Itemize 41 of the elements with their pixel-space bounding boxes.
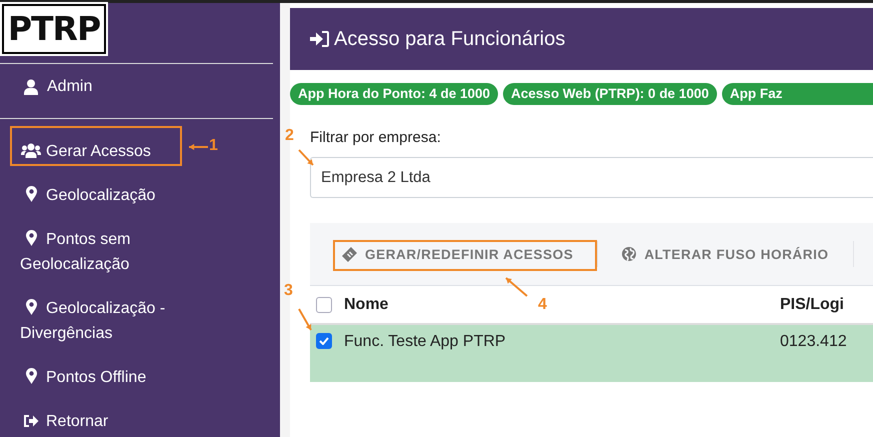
page-title: Acesso para Funcionários: [334, 28, 566, 50]
pin-icon: [26, 299, 36, 315]
exit-icon: [24, 415, 38, 427]
pointer-arrow: [505, 277, 528, 297]
count-badge: App Faz: [722, 83, 873, 105]
ticket-icon: [342, 246, 357, 262]
user-menu[interactable]: Admin: [0, 64, 92, 109]
pointer-arrow: [298, 149, 314, 166]
pin-icon: [26, 186, 36, 202]
sidebar-item[interactable]: Geolocalização - Divergências: [0, 296, 210, 346]
step-number: 2: [285, 127, 294, 145]
column-header: Nome: [344, 296, 388, 314]
step-number: 4: [538, 296, 547, 314]
column-header: PIS/Logi: [780, 296, 844, 314]
sidebar-item[interactable]: Gerar Acessos: [0, 139, 161, 164]
sidebar-item[interactable]: Geolocalização: [0, 183, 166, 208]
pointer-arrow: [189, 144, 208, 150]
pin-icon: [26, 368, 36, 384]
toolbar-button[interactable]: GERAR/REDEFINIR ACESSOS: [332, 242, 584, 266]
count-badge: Acesso Web (PTRP): 0 de 1000: [503, 83, 717, 105]
pin-icon: [26, 230, 36, 246]
user-icon: [24, 79, 38, 94]
step-number: 3: [284, 282, 293, 300]
globe-icon: [622, 247, 636, 261]
users-icon: [21, 144, 41, 158]
sidebar-item[interactable]: Retornar: [0, 409, 118, 434]
table-cell: 0123.412: [780, 333, 847, 351]
count-badge: App Hora do Ponto: 4 de 1000: [290, 83, 498, 105]
logo: PTRP: [2, 4, 106, 54]
sign-in-icon: [310, 31, 329, 47]
toolbar-button[interactable]: ALTERAR FUSO HORÁRIO: [612, 242, 839, 266]
sidebar-item[interactable]: Pontos sem Geolocalização: [0, 227, 180, 277]
company-select[interactable]: Empresa 2 Ltda: [310, 157, 873, 198]
checkbox[interactable]: [316, 333, 332, 349]
pointer-arrow: [298, 308, 312, 330]
table-cell: Func. Teste App PTRP: [344, 333, 506, 351]
check-icon: [319, 337, 329, 345]
checkbox[interactable]: [316, 296, 332, 312]
field-label: Filtrar por empresa:: [310, 129, 441, 146]
sidebar-item[interactable]: Pontos Offline: [0, 365, 156, 390]
step-number: 1: [209, 137, 218, 155]
